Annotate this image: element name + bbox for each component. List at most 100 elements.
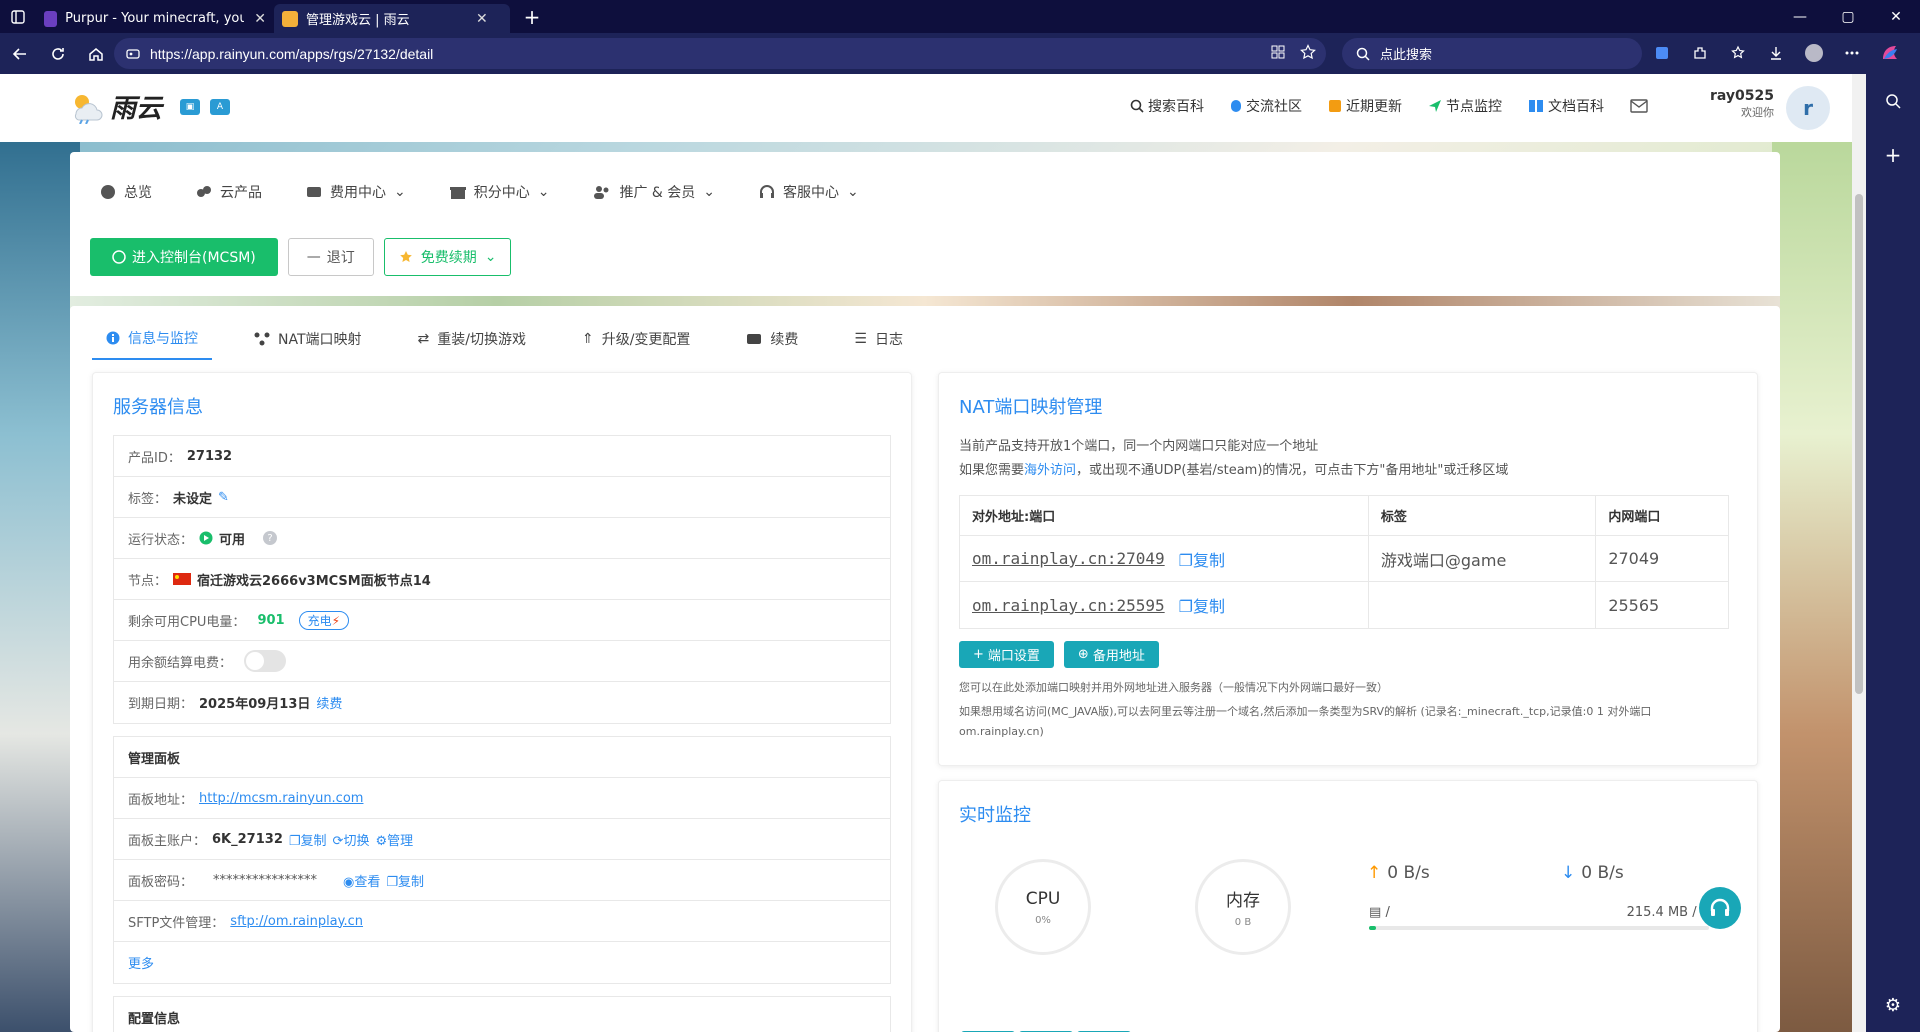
menu-item-cloud-products[interactable]: 云产品	[196, 182, 262, 202]
favorites-icon[interactable]	[1726, 41, 1750, 65]
users-icon	[594, 186, 609, 199]
external-address-link[interactable]: om.rainplay.cn:25595	[972, 596, 1165, 615]
panel-address-link[interactable]: http://mcsm.rainyun.com	[199, 791, 363, 806]
translate-icon[interactable]: A	[210, 98, 231, 115]
nav-docs[interactable]: 文档百科	[1528, 96, 1604, 116]
scrollbar-thumb[interactable]	[1855, 194, 1863, 694]
server-info-panel: 服务器信息 产品ID： 27132 标签： 未设定 ✎ 运行状态： 可用? 节点： 宿迁游…	[92, 372, 912, 1032]
new-tab-button[interactable]: +	[520, 5, 544, 29]
home-icon[interactable]	[78, 36, 114, 72]
info-icon	[106, 331, 120, 345]
header-cell: 内网端口	[1608, 510, 1661, 525]
cpu-power-value: 901	[257, 612, 285, 628]
mail-icon[interactable]	[1630, 99, 1648, 113]
menu-item-overview[interactable]: 总览	[100, 182, 152, 202]
internal-port: 25565	[1608, 595, 1660, 615]
add-sidebar-icon[interactable]: +	[1866, 128, 1920, 182]
image-icon[interactable]: ▣	[180, 98, 201, 115]
user-info[interactable]: ray0525 欢迎你	[1710, 88, 1774, 120]
overseas-access-link[interactable]: 海外访问	[1024, 463, 1076, 478]
address-bar[interactable]: https://app.rainyun.com/apps/rgs/27132/d…	[114, 38, 1326, 69]
renew-link[interactable]: 续费	[316, 693, 342, 712]
nav-node-monitor[interactable]: 节点监控	[1428, 96, 1502, 116]
tab-renew[interactable]: 续费	[732, 318, 812, 360]
purpur-favicon-icon	[44, 10, 58, 27]
tab-info-monitor[interactable]: 信息与监控	[92, 318, 212, 360]
puzzle-icon[interactable]	[1688, 41, 1712, 65]
free-renew-button[interactable]: 免费续期 ⌄	[383, 238, 512, 276]
profile-avatar-icon[interactable]	[1802, 41, 1826, 65]
refund-button[interactable]: — 退订	[287, 238, 374, 276]
upgrade-icon: ⇑	[581, 331, 594, 347]
update-icon	[1329, 100, 1341, 112]
tab-label: NAT端口映射	[278, 332, 362, 348]
enter-console-button[interactable]: 进入控制台(MCSM)	[90, 238, 278, 276]
copy-address-button[interactable]: ❐复制	[1179, 547, 1225, 571]
nav-search-wiki[interactable]: 搜索百科	[1130, 96, 1204, 116]
close-window-button[interactable]: ✕	[1872, 0, 1920, 33]
menu-item-billing[interactable]: 费用中心 ⌄	[306, 182, 406, 202]
avatar[interactable]: r	[1786, 86, 1830, 130]
menu-item-support[interactable]: 客服中心 ⌄	[759, 182, 859, 202]
cpu-value: 0%	[1035, 914, 1051, 926]
close-tab-icon[interactable]: ✕	[476, 11, 488, 27]
download-icon[interactable]	[1764, 41, 1788, 65]
wallet-icon	[747, 334, 762, 344]
tab-nat[interactable]: NAT端口映射	[240, 318, 376, 360]
help-icon[interactable]: ?	[263, 531, 278, 545]
backup-address-button[interactable]: ⊕ 备用地址	[1063, 641, 1159, 668]
minimize-button[interactable]: —	[1776, 0, 1824, 33]
copy-address-button[interactable]: ❐复制	[1179, 593, 1225, 617]
config-title: 配置信息	[128, 1012, 181, 1027]
bolt-icon: ⚡	[331, 613, 341, 628]
site-info-icon[interactable]	[126, 47, 140, 61]
external-address-link[interactable]: om.rainplay.cn:27049	[972, 549, 1165, 568]
tab-actions-icon[interactable]	[0, 0, 36, 33]
menu-item-points[interactable]: 积分中心 ⌄	[449, 182, 549, 202]
apps-icon[interactable]	[1270, 44, 1286, 60]
tab-logs[interactable]: ☰ 日志	[840, 318, 917, 360]
menu-label: 总览	[124, 185, 152, 201]
url-text[interactable]: https://app.rainyun.com/apps/rgs/27132/d…	[150, 46, 433, 62]
browser-tab-purpur[interactable]: Purpur - Your minecraft, your way ✕	[36, 4, 274, 33]
charge-button[interactable]: 充电⚡	[298, 610, 350, 630]
manage-account-button[interactable]: ⚙管理	[375, 830, 413, 849]
nav-updates[interactable]: 近期更新	[1328, 96, 1402, 116]
nav-community[interactable]: 交流社区	[1230, 96, 1302, 116]
search-icon[interactable]	[1866, 74, 1920, 128]
balance-billing-toggle[interactable]	[244, 650, 287, 672]
switch-account-button[interactable]: ⟳切换	[333, 830, 370, 849]
copy-account-button[interactable]: ❐复制	[289, 830, 327, 849]
maximize-button[interactable]: ▢	[1824, 0, 1872, 33]
tab-label: 信息与监控	[128, 331, 198, 347]
edit-icon[interactable]: ✎	[218, 490, 229, 505]
refresh-icon[interactable]	[40, 36, 76, 72]
back-icon[interactable]	[2, 36, 38, 72]
sftp-link[interactable]: sftp://om.rainplay.cn	[230, 914, 363, 929]
extension-icon[interactable]	[1650, 41, 1674, 65]
copy-label: 复制	[1193, 550, 1226, 570]
chevron-down-icon: ⌄	[484, 249, 497, 265]
chevron-down-icon: ⌄	[394, 184, 406, 200]
support-headset-button[interactable]	[1699, 887, 1741, 929]
browser-search-box[interactable]: 点此搜索	[1342, 38, 1642, 69]
config-info-table: 配置信息	[113, 996, 891, 1032]
label: 运行状态：	[128, 532, 194, 548]
more-menu-icon[interactable]	[1840, 41, 1864, 65]
favorite-star-icon[interactable]	[1300, 44, 1316, 60]
tab-reinstall[interactable]: ⇄ 重装/切换游戏	[404, 318, 540, 360]
menu-item-promotion[interactable]: 推广 & 会员 ⌄	[593, 182, 715, 202]
rainyun-logo[interactable]: 雨云 ▣ A	[70, 88, 231, 125]
port-settings-button[interactable]: + 端口设置	[959, 641, 1054, 668]
close-tab-icon[interactable]: ✕	[254, 11, 266, 27]
tab-upgrade[interactable]: ⇑ 升级/变更配置	[568, 318, 704, 360]
view-password-button[interactable]: ◉查看	[343, 871, 380, 890]
copilot-icon[interactable]	[1878, 41, 1902, 65]
settings-icon[interactable]: ⚙	[1866, 978, 1920, 1032]
browser-tab-rainyun[interactable]: 管理游戏云 | 雨云 ✕	[274, 4, 510, 33]
page-scrollbar[interactable]	[1852, 74, 1866, 1032]
more-link[interactable]: 更多	[128, 953, 154, 972]
upload-value: 0 B/s	[1387, 863, 1430, 883]
logo-text: 雨云	[110, 94, 163, 124]
copy-password-button[interactable]: ❐复制	[386, 871, 424, 890]
